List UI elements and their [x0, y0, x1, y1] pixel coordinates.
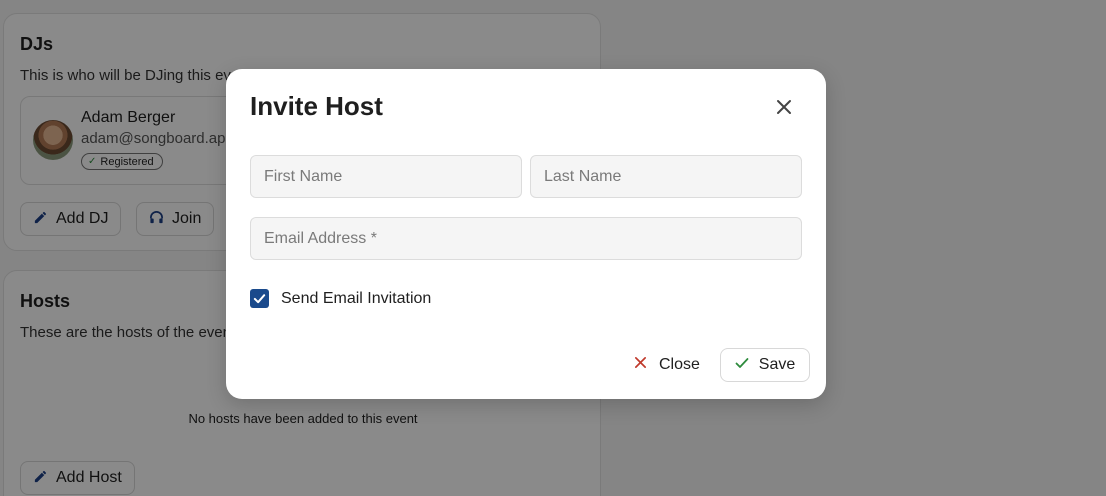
check-icon: [253, 294, 266, 304]
first-name-input[interactable]: [250, 155, 522, 198]
close-button[interactable]: Close: [624, 348, 710, 382]
send-invitation-row[interactable]: Send Email Invitation: [250, 289, 431, 308]
save-button[interactable]: Save: [720, 348, 810, 382]
last-name-input[interactable]: [530, 155, 802, 198]
close-icon: [776, 99, 792, 120]
check-icon: [735, 356, 749, 375]
x-icon: [634, 356, 647, 374]
send-invitation-label: Send Email Invitation: [281, 289, 432, 307]
close-button-label: Close: [659, 356, 700, 373]
email-input[interactable]: [250, 217, 802, 260]
invite-host-modal: Invite Host Send Email Invitation Close …: [226, 69, 826, 399]
save-button-label: Save: [758, 356, 796, 373]
send-invitation-checkbox[interactable]: [250, 289, 269, 308]
modal-title: Invite Host: [250, 91, 383, 121]
modal-close-button[interactable]: [770, 95, 798, 123]
